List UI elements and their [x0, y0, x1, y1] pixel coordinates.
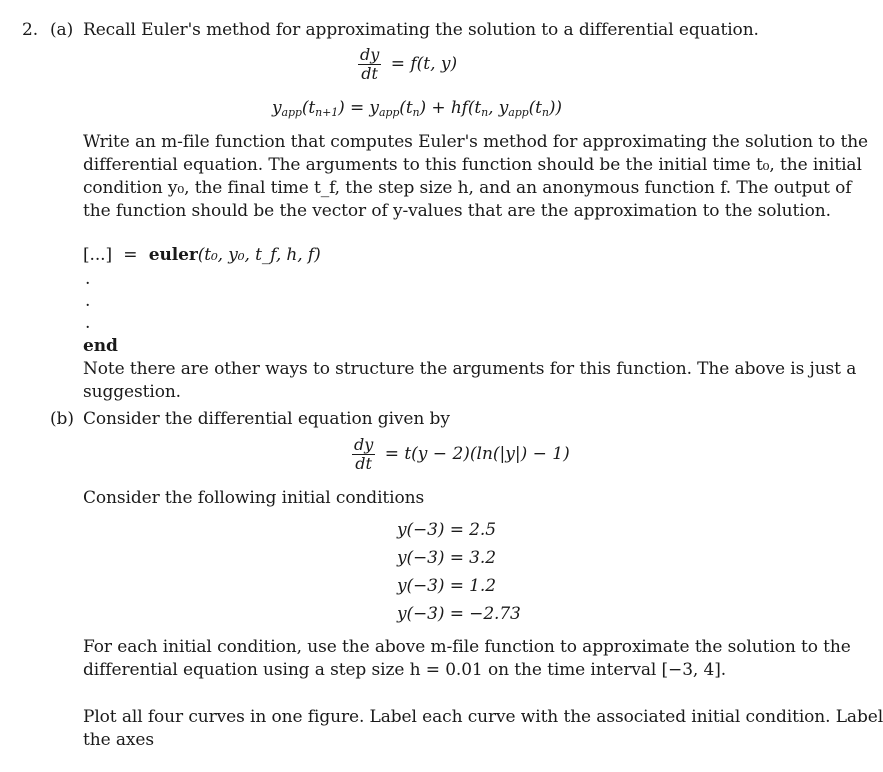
- equation-rhs: = f(t, y): [390, 54, 458, 74]
- signature-function-name: euler: [148, 245, 198, 265]
- plot-instruction-line: Plot all four curves in one figure. Labe…: [83, 707, 883, 727]
- problem-number: 2.: [22, 20, 39, 40]
- eq-subscript: n+1: [315, 106, 339, 119]
- eq-term: )): [548, 98, 562, 118]
- part-a-intro: Recall Euler's method for approximating …: [83, 20, 759, 40]
- eq-term: = y: [344, 98, 379, 118]
- euler-ode-equation: dy dt = f(t, y): [358, 46, 457, 83]
- instruction-line: For each initial condition, use the abov…: [83, 637, 851, 657]
- signature-arguments: (t₀, y₀, t_f, h, f): [197, 245, 321, 265]
- signature-outputs: [...]: [83, 245, 112, 265]
- ode-equation: dy dt = t(y − 2)(ln(|y|) − 1): [352, 436, 570, 473]
- eq-subscript: app: [508, 106, 529, 119]
- conditions-intro: Consider the following initial condition…: [83, 488, 425, 508]
- eq-term: y: [272, 98, 282, 118]
- eq-term: (t: [528, 98, 542, 118]
- paragraph-line: Write an m-file function that computes E…: [83, 132, 869, 152]
- signature-equals: =: [123, 245, 138, 265]
- eq-subscript: n: [541, 106, 549, 119]
- paragraph-line: differential equation. The arguments to …: [83, 155, 862, 175]
- equation-rhs: = t(y − 2)(ln(|y|) − 1): [384, 444, 570, 464]
- initial-condition: y(−3) = −2.73: [397, 604, 521, 624]
- initial-condition: y(−3) = 2.5: [397, 520, 496, 540]
- paragraph-line: condition y₀, the final time t_f, the st…: [83, 178, 852, 198]
- initial-condition: y(−3) = 3.2: [397, 548, 496, 568]
- note-line: Note there are other ways to structure t…: [83, 359, 857, 379]
- eq-subscript: app: [378, 106, 400, 119]
- fraction-numerator: dy: [360, 45, 380, 64]
- instruction-line: differential equation using a step size …: [83, 660, 727, 680]
- eq-term: ) + hf(t: [419, 98, 482, 118]
- initial-condition: y(−3) = 1.2: [397, 576, 496, 596]
- derivative-fraction: dy dt: [358, 45, 382, 83]
- plot-instruction-line: the axes: [83, 730, 154, 750]
- eq-term: (t: [301, 98, 316, 118]
- euler-update-equation: yapp(tn+1) = yapp(tn) + hf(tn, yapp(tn)): [272, 97, 562, 124]
- function-signature: [...] = euler(t₀, y₀, t_f, h, f): [83, 244, 321, 267]
- fraction-denominator: dt: [361, 64, 378, 83]
- eq-term: , y: [488, 98, 509, 118]
- part-b-intro: Consider the differential equation given…: [83, 409, 450, 429]
- part-a-label: (a): [50, 20, 74, 40]
- eq-subscript: app: [281, 106, 302, 119]
- fraction-denominator: dt: [355, 454, 372, 473]
- derivative-fraction: dy dt: [352, 435, 376, 473]
- note-line: suggestion.: [83, 382, 181, 402]
- ellipsis-dot: .: [85, 269, 91, 289]
- fraction-numerator: dy: [354, 435, 374, 454]
- ellipsis-dot: .: [85, 313, 91, 333]
- eq-term: (t: [399, 98, 413, 118]
- ellipsis-dot: .: [85, 291, 91, 311]
- function-end: end: [83, 336, 118, 356]
- part-b-label: (b): [50, 409, 74, 429]
- paragraph-line: the function should be the vector of y-v…: [83, 201, 831, 221]
- eq-subscript: n: [412, 106, 420, 119]
